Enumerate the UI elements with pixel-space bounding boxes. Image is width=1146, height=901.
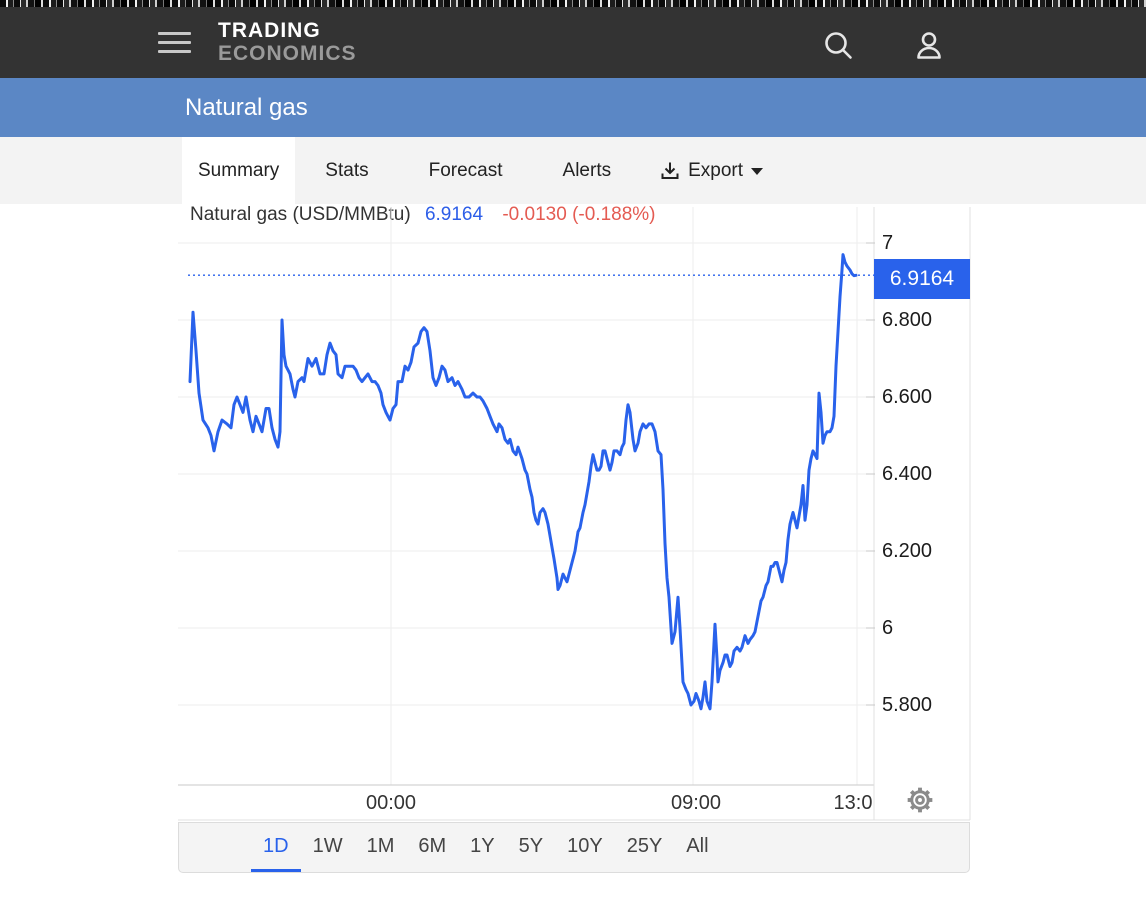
tab-bar-spacer [0,137,182,204]
y-axis-label: 7 [882,230,968,256]
y-axis-label: 6.800 [882,307,968,333]
chart-settings-gear-icon[interactable] [904,784,936,816]
chart-change: -0.0130 (-0.188%) [502,204,655,225]
current-price-value: 6.9164 [890,267,954,290]
search-icon[interactable] [822,29,856,63]
download-icon [659,160,681,182]
x-axis-label: 09:00 [656,791,736,815]
y-axis-label: 6.200 [882,538,968,564]
menu-bar [158,32,191,35]
range-button-all[interactable]: All [674,823,720,872]
y-axis-label: 6 [882,615,968,641]
page-title-bar: Natural gas [0,78,1146,137]
current-price-badge: 6.9164 [874,259,970,299]
export-button[interactable]: Export [659,137,763,204]
y-axis-label: 6.400 [882,461,968,487]
app-header: TRADING ECONOMICS [0,7,1146,78]
range-button-1m[interactable]: 1M [355,823,407,872]
chart-header: Natural gas (USD/MMBtu) 6.9164 -0.0130 (… [190,204,656,226]
range-selector: 1D1W1M6M1Y5Y10Y25YAll [178,822,970,873]
menu-bar [158,41,191,44]
range-button-1y[interactable]: 1Y [458,823,506,872]
tab-list: SummaryStats Forecast Alerts [182,137,641,204]
range-button-25y[interactable]: 25Y [615,823,675,872]
range-button-1d[interactable]: 1D [251,823,301,872]
tab-summary[interactable]: Summary [182,137,295,204]
user-icon[interactable] [912,29,946,63]
chart-title: Natural gas (USD/MMBtu) [190,204,411,225]
page-title: Natural gas [185,94,308,122]
range-button-1w[interactable]: 1W [301,823,355,872]
x-axis-label: 13:0 [813,791,893,815]
logo-line1: TRADING [218,20,357,41]
tab-bar: SummaryStats Forecast Alerts Export [0,137,1146,204]
y-axis-label: 6.600 [882,384,968,410]
trading-economics-logo[interactable]: TRADING ECONOMICS [218,20,357,64]
chevron-down-icon [751,168,763,175]
tab-alerts[interactable]: Alerts [546,137,629,204]
range-button-10y[interactable]: 10Y [555,823,615,872]
tab-forecast[interactable]: Forecast [412,137,520,204]
range-button-6m[interactable]: 6M [406,823,458,872]
chart-last-price: 6.9164 [425,204,483,225]
y-axis-label: 5.800 [882,692,968,718]
tab-stats[interactable]: Stats [308,137,385,204]
menu-icon[interactable] [158,26,191,58]
export-label: Export [688,160,743,182]
menu-bar [158,50,191,53]
range-button-5y[interactable]: 5Y [507,823,555,872]
top-ticker-strip [0,0,1146,7]
x-axis-label: 00:00 [351,791,431,815]
logo-line2: ECONOMICS [218,43,357,64]
